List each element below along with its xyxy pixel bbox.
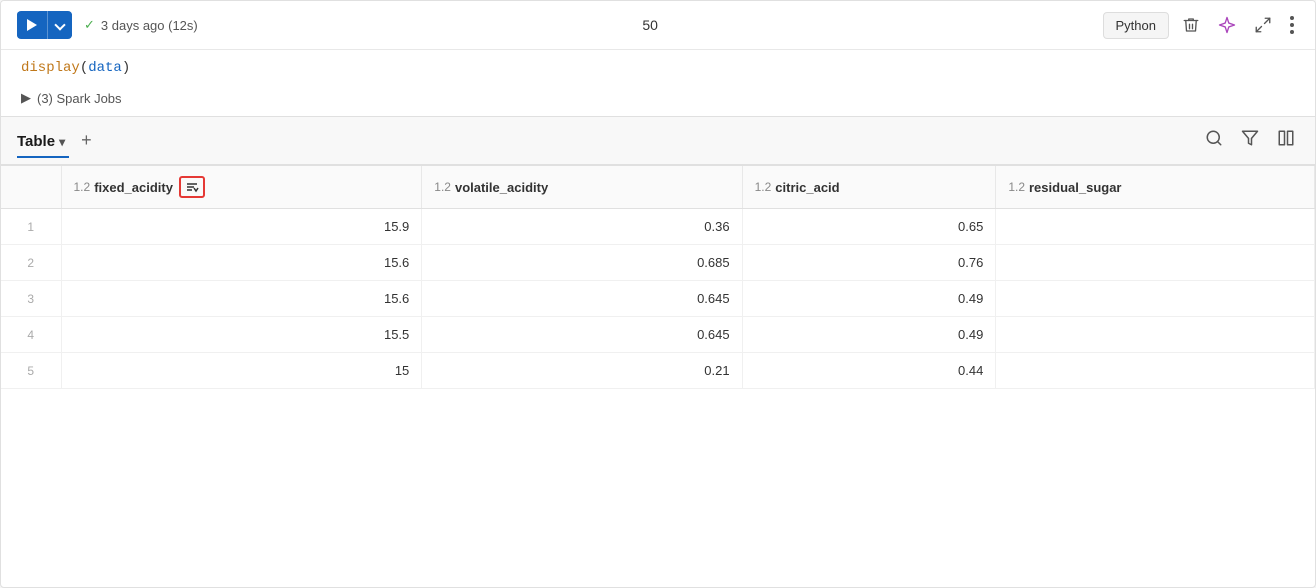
table-tab[interactable]: Table ▾ (17, 133, 69, 158)
table-header-row: 1.2 fixed_acidity (1, 166, 1315, 209)
search-icon (1205, 129, 1223, 147)
table-row: 215.60.6850.76 (1, 245, 1315, 281)
delete-button[interactable] (1177, 11, 1205, 39)
col-type-citric-acid: 1.2 (755, 180, 772, 194)
notebook-cell: ✓ 3 days ago (12s) 50 Python (0, 0, 1316, 588)
status-indicator: ✓ 3 days ago (12s) (84, 17, 198, 33)
toolbar-right: Python (1103, 11, 1299, 39)
data-table: 1.2 fixed_acidity (1, 166, 1315, 389)
table-tab-chevron-icon: ▾ (59, 135, 65, 149)
row-count-display: 50 (210, 17, 1091, 33)
code-open-paren: ( (80, 60, 88, 76)
cell-row_num: 3 (1, 281, 61, 317)
expand-button[interactable] (1249, 11, 1277, 39)
cell-citric_acid: 0.76 (742, 245, 996, 281)
add-view-button[interactable]: + (73, 130, 100, 151)
columns-button[interactable] (1273, 125, 1299, 156)
table-toolbar-right (1201, 125, 1299, 156)
th-fixed-acidity[interactable]: 1.2 fixed_acidity (61, 166, 422, 209)
code-area: display(data) (1, 50, 1315, 84)
th-citric-acid[interactable]: 1.2 citric_acid (742, 166, 996, 209)
table-section: Table ▾ + (1, 116, 1315, 389)
code-function-name: display (21, 60, 80, 76)
expand-icon (1254, 16, 1272, 34)
spark-jobs-label: (3) Spark Jobs (37, 91, 122, 106)
cell-toolbar: ✓ 3 days ago (12s) 50 Python (1, 1, 1315, 50)
cell-volatile_acidity: 0.21 (422, 353, 742, 389)
status-text: 3 days ago (12s) (101, 18, 198, 33)
sort-desc-icon (185, 180, 199, 194)
more-icon (1290, 16, 1294, 34)
run-dropdown-button[interactable] (48, 14, 72, 36)
cell-residual_sugar (996, 245, 1315, 281)
col-type-residual-sugar: 1.2 (1008, 180, 1025, 194)
table-tab-label: Table (17, 133, 55, 150)
sparkle-icon (1218, 16, 1236, 34)
table-row: 115.90.360.65 (1, 209, 1315, 245)
cell-fixed_acidity: 15.5 (61, 317, 422, 353)
search-button[interactable] (1201, 125, 1227, 156)
cell-volatile_acidity: 0.685 (422, 245, 742, 281)
spark-jobs-arrow: ▶ (21, 90, 31, 106)
check-icon: ✓ (84, 17, 95, 33)
cell-citric_acid: 0.65 (742, 209, 996, 245)
cell-residual_sugar (996, 281, 1315, 317)
cell-citric_acid: 0.49 (742, 317, 996, 353)
col-label-fixed-acidity: fixed_acidity (94, 180, 173, 195)
code-close-paren: ) (122, 60, 130, 76)
table-toolbar: Table ▾ + (1, 117, 1315, 166)
cell-volatile_acidity: 0.645 (422, 281, 742, 317)
table-row: 315.60.6450.49 (1, 281, 1315, 317)
cell-residual_sugar (996, 209, 1315, 245)
cell-fixed_acidity: 15.9 (61, 209, 422, 245)
cell-volatile_acidity: 0.645 (422, 317, 742, 353)
code-argument: data (88, 60, 122, 76)
delete-icon (1182, 16, 1200, 34)
spark-jobs-row[interactable]: ▶ (3) Spark Jobs (1, 84, 1315, 116)
chevron-down-icon (54, 19, 65, 30)
table-row: 5150.210.44 (1, 353, 1315, 389)
filter-icon (1241, 129, 1259, 147)
col-label-citric-acid: citric_acid (775, 180, 839, 195)
cell-citric_acid: 0.44 (742, 353, 996, 389)
ai-assist-button[interactable] (1213, 11, 1241, 39)
cell-row_num: 4 (1, 317, 61, 353)
th-residual-sugar[interactable]: 1.2 residual_sugar (996, 166, 1315, 209)
th-row-num (1, 166, 61, 209)
cell-residual_sugar (996, 353, 1315, 389)
run-button-group (17, 11, 72, 39)
col-type-fixed-acidity: 1.2 (74, 180, 91, 194)
cell-row_num: 2 (1, 245, 61, 281)
row-count: 50 (642, 17, 658, 33)
cell-row_num: 1 (1, 209, 61, 245)
cell-row_num: 5 (1, 353, 61, 389)
data-table-wrapper: 1.2 fixed_acidity (1, 166, 1315, 389)
col-label-volatile-acidity: volatile_acidity (455, 180, 548, 195)
run-button[interactable] (17, 12, 47, 38)
table-row: 415.50.6450.49 (1, 317, 1315, 353)
th-volatile-acidity[interactable]: 1.2 volatile_acidity (422, 166, 742, 209)
cell-fixed_acidity: 15 (61, 353, 422, 389)
cell-citric_acid: 0.49 (742, 281, 996, 317)
cell-residual_sugar (996, 317, 1315, 353)
cell-volatile_acidity: 0.36 (422, 209, 742, 245)
columns-icon (1277, 129, 1295, 147)
filter-button[interactable] (1237, 125, 1263, 156)
cell-fixed_acidity: 15.6 (61, 245, 422, 281)
language-button[interactable]: Python (1103, 12, 1169, 39)
more-options-button[interactable] (1285, 11, 1299, 39)
cell-fixed_acidity: 15.6 (61, 281, 422, 317)
col-type-volatile-acidity: 1.2 (434, 180, 451, 194)
col-label-residual-sugar: residual_sugar (1029, 180, 1122, 195)
sort-button-fixed-acidity[interactable] (179, 176, 205, 198)
play-icon (27, 19, 37, 31)
